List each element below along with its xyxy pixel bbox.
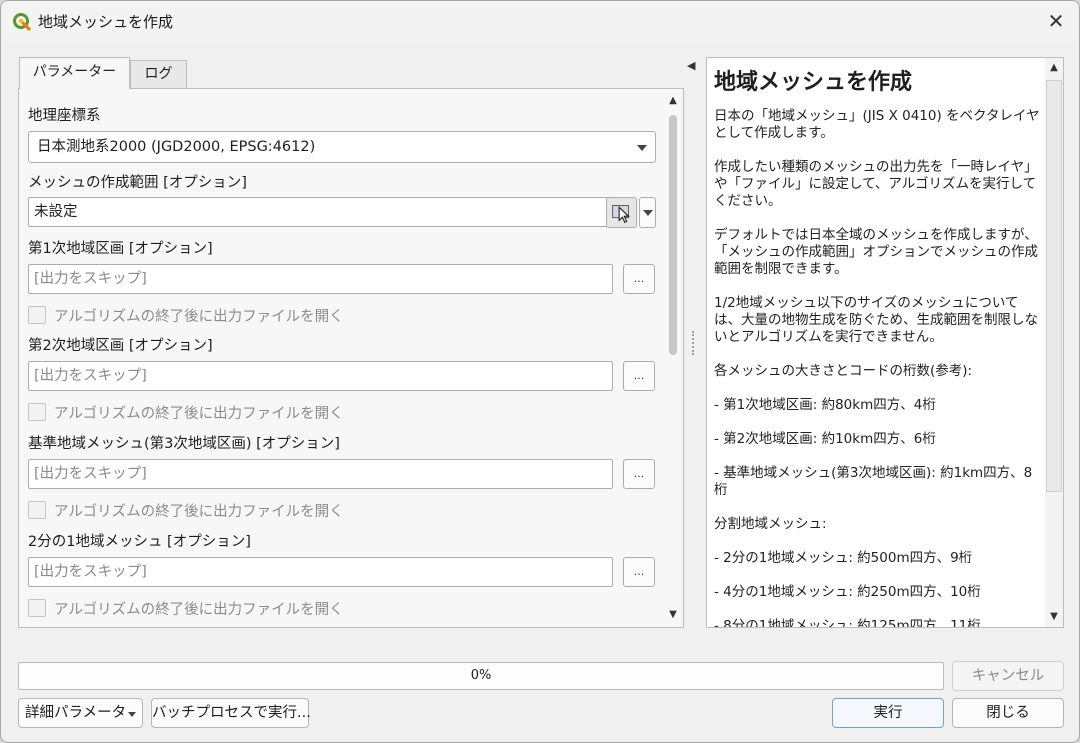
scrollbar-thumb[interactable] bbox=[669, 115, 677, 355]
batch-process-button[interactable]: バッチプロセスで実行... bbox=[151, 698, 311, 728]
cancel-button[interactable]: キャンセル bbox=[952, 661, 1064, 691]
qgis-logo-icon bbox=[13, 13, 31, 31]
output-mesh1-label: 第1次地域区画 [オプション] bbox=[28, 241, 213, 257]
output-mesh4-open-label: アルゴリズムの終了後に出力ファイルを開く bbox=[54, 602, 344, 618]
output-mesh1-open-label: アルゴリズムの終了後に出力ファイルを開く bbox=[54, 309, 344, 325]
scroll-up-icon[interactable]: ▲ bbox=[1048, 62, 1060, 74]
help-paragraph: 作成したい種類のメッシュの出力先を「一時レイヤ」や「ファイル」に設定して、アルゴ… bbox=[714, 159, 1038, 209]
extent-options-dropdown[interactable] bbox=[639, 197, 656, 228]
output-mesh4-label: 2分の1地域メッシュ [オプション] bbox=[28, 534, 251, 550]
output-mesh4-field[interactable]: [出力をスキップ] bbox=[28, 557, 613, 587]
extent-map-select-button[interactable] bbox=[606, 197, 637, 228]
help-paragraph: - 第1次地域区画: 約80km四方、4桁 bbox=[714, 397, 936, 413]
chevron-down-icon bbox=[128, 712, 136, 717]
title-bar: 地域メッシュを作成 ✕ bbox=[1, 1, 1079, 41]
output-mesh1-open-checkbox[interactable] bbox=[28, 306, 46, 324]
extent-field[interactable]: 未設定 bbox=[28, 197, 613, 227]
output-mesh3-field[interactable]: [出力をスキップ] bbox=[28, 459, 613, 489]
window-title: 地域メッシュを作成 bbox=[38, 13, 174, 31]
close-icon[interactable]: ✕ bbox=[1041, 5, 1071, 37]
help-scrollbar[interactable]: ▲ ▼ bbox=[1045, 58, 1063, 627]
help-content: 地域メッシュを作成 日本の「地域メッシュ」(JIS X 0410) をベクタレイ… bbox=[714, 64, 1044, 628]
help-paragraph: - 8分の1地域メッシュ: 約125m四方、11桁 bbox=[714, 618, 981, 628]
extent-label: メッシュの作成範囲 [オプション] bbox=[28, 175, 247, 191]
help-paragraph: - 4分の1地域メッシュ: 約250m四方、10桁 bbox=[714, 584, 981, 600]
output-mesh4-browse-button[interactable]: ... bbox=[623, 557, 655, 587]
help-paragraph: デフォルトでは日本全域のメッシュを作成しますが、「メッシュの作成範囲」オプション… bbox=[714, 227, 1038, 277]
scroll-down-icon[interactable]: ▼ bbox=[1048, 611, 1060, 623]
help-paragraph: - 基準地域メッシュ(第3次地域区画): 約1km四方、8桁 bbox=[714, 465, 1033, 498]
chevron-down-icon bbox=[637, 145, 647, 151]
progress-text: 0% bbox=[470, 668, 492, 683]
crs-label: 地理座標系 bbox=[28, 108, 101, 124]
tab-parameters[interactable]: パラメーター bbox=[19, 57, 130, 89]
tab-log[interactable]: ログ bbox=[130, 60, 187, 88]
output-mesh2-browse-button[interactable]: ... bbox=[623, 361, 655, 391]
output-mesh4-open-checkbox[interactable] bbox=[28, 599, 46, 617]
parameters-panel: 地理座標系 日本測地系2000 (JGD2000, EPSG:4612) メッシ… bbox=[18, 88, 684, 628]
crs-select-value: 日本測地系2000 (JGD2000, EPSG:4612) bbox=[37, 139, 316, 155]
help-paragraph: 日本の「地域メッシュ」(JIS X 0410) をベクタレイヤとして作成します。 bbox=[714, 108, 1040, 141]
output-mesh2-open-checkbox[interactable] bbox=[28, 403, 46, 421]
help-paragraph: - 2分の1地域メッシュ: 約500m四方、9桁 bbox=[714, 550, 973, 566]
help-paragraph: 分割地域メッシュ: bbox=[714, 516, 827, 532]
output-mesh1-field[interactable]: [出力をスキップ] bbox=[28, 264, 613, 294]
parameters-scroll-area: 地理座標系 日本測地系2000 (JGD2000, EPSG:4612) メッシ… bbox=[19, 89, 663, 627]
help-paragraph: - 第2次地域区画: 約10km四方、6桁 bbox=[714, 431, 936, 447]
scroll-up-icon[interactable]: ▲ bbox=[667, 95, 679, 107]
help-paragraph: 1/2地域メッシュ以下のサイズのメッシュについては、大量の地物生成を防ぐため、生… bbox=[714, 295, 1038, 345]
advanced-parameters-label: 詳細パラメータ bbox=[25, 705, 127, 721]
run-button[interactable]: 実行 bbox=[832, 698, 944, 728]
help-panel: 地域メッシュを作成 日本の「地域メッシュ」(JIS X 0410) をベクタレイ… bbox=[706, 57, 1064, 628]
output-mesh2-open-label: アルゴリズムの終了後に出力ファイルを開く bbox=[54, 406, 344, 422]
output-mesh1-browse-button[interactable]: ... bbox=[623, 264, 655, 294]
close-button[interactable]: 閉じる bbox=[952, 698, 1064, 728]
parameters-scrollbar[interactable]: ▲ ▼ bbox=[663, 89, 683, 627]
help-title: 地域メッシュを作成 bbox=[714, 70, 913, 95]
output-mesh3-open-label: アルゴリズムの終了後に出力ファイルを開く bbox=[54, 504, 344, 520]
advanced-parameters-button[interactable]: 詳細パラメータ bbox=[18, 698, 143, 728]
output-mesh3-browse-button[interactable]: ... bbox=[623, 459, 655, 489]
collapse-help-icon[interactable]: ◀ bbox=[687, 59, 695, 72]
map-cursor-icon bbox=[612, 205, 630, 224]
output-mesh2-field[interactable]: [出力をスキップ] bbox=[28, 361, 613, 391]
progress-bar: 0% bbox=[18, 662, 944, 690]
splitter-handle[interactable] bbox=[692, 331, 694, 355]
crs-select[interactable]: 日本測地系2000 (JGD2000, EPSG:4612) bbox=[28, 131, 656, 163]
output-mesh3-label: 基準地域メッシュ(第3次地域区画) [オプション] bbox=[28, 436, 340, 452]
output-mesh3-open-checkbox[interactable] bbox=[28, 501, 46, 519]
scroll-down-icon[interactable]: ▼ bbox=[667, 609, 679, 621]
help-paragraph: 各メッシュの大きさとコードの桁数(参考): bbox=[714, 363, 973, 379]
chevron-down-icon bbox=[643, 210, 653, 216]
output-mesh2-label: 第2次地域区画 [オプション] bbox=[28, 338, 213, 354]
dialog-window: 地域メッシュを作成 ✕ パラメーター ログ 地理座標系 日本測地系2000 (J… bbox=[0, 0, 1080, 743]
scrollbar-thumb[interactable] bbox=[1046, 80, 1062, 492]
